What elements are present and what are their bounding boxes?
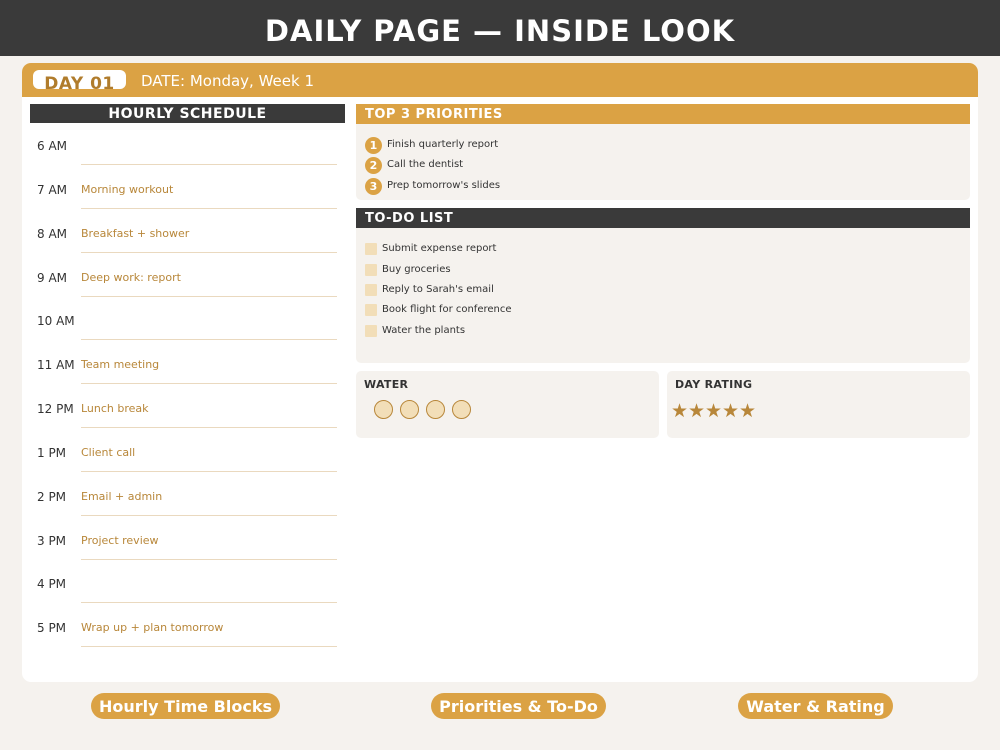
- schedule-time: 11 AM: [37, 358, 75, 372]
- schedule-task[interactable]: Morning workout: [81, 183, 173, 196]
- schedule-task[interactable]: Deep work: report: [81, 271, 181, 284]
- schedule-time: 7 AM: [37, 183, 68, 197]
- schedule-line: [81, 515, 337, 516]
- checkbox-icon[interactable]: [365, 325, 377, 337]
- checkbox-icon[interactable]: [365, 243, 377, 255]
- schedule-task[interactable]: Team meeting: [81, 358, 159, 371]
- priority-number-badge: 3: [365, 178, 382, 195]
- todo-text: Submit expense report: [382, 243, 497, 254]
- star-icon[interactable]: ★: [705, 401, 722, 421]
- priority-text: Call the dentist: [387, 159, 464, 170]
- schedule-row[interactable]: 10 AM: [22, 312, 362, 356]
- priorities-title: TOP 3 PRIORITIES: [356, 104, 970, 124]
- schedule-row[interactable]: 11 AM Team meeting: [22, 356, 362, 400]
- day-label: DAY 01: [33, 70, 126, 89]
- schedule-time: 2 PM: [37, 490, 67, 504]
- schedule-line: [81, 471, 337, 472]
- schedule-time: 12 PM: [37, 402, 74, 416]
- schedule-time: 8 AM: [37, 227, 68, 241]
- schedule-task[interactable]: Project review: [81, 534, 159, 547]
- schedule-line: [81, 383, 337, 384]
- rating-title: DAY RATING: [675, 378, 753, 391]
- water-glass-icon[interactable]: [426, 400, 445, 419]
- schedule-row[interactable]: 1 PM Client call: [22, 444, 362, 488]
- checkbox-icon[interactable]: [365, 284, 377, 296]
- todo-panel: TO-DO LIST Submit expense report Buy gro…: [356, 208, 970, 363]
- todo-text: Water the plants: [382, 325, 466, 336]
- schedule-line: [81, 339, 337, 340]
- schedule-line: [81, 559, 337, 560]
- schedule-row[interactable]: 3 PM Project review: [22, 532, 362, 576]
- todo-title: TO-DO LIST: [356, 208, 970, 228]
- schedule-task[interactable]: Breakfast + shower: [81, 227, 189, 240]
- water-glass-icon[interactable]: [400, 400, 419, 419]
- schedule-time: 4 PM: [37, 577, 67, 591]
- schedule-row[interactable]: 5 PM Wrap up + plan tomorrow: [22, 619, 362, 663]
- schedule-time: 3 PM: [37, 534, 67, 548]
- schedule-time: 9 AM: [37, 271, 68, 285]
- priority-number-badge: 1: [365, 137, 382, 154]
- schedule-task[interactable]: Email + admin: [81, 490, 162, 503]
- star-icon[interactable]: ★: [739, 401, 756, 421]
- daily-page-card: DAY 01 DATE: Monday, Week 1 HOURLY SCHED…: [22, 63, 978, 682]
- schedule-line: [81, 646, 337, 647]
- water-glass-icon[interactable]: [374, 400, 393, 419]
- water-panel: WATER: [356, 371, 659, 438]
- schedule-line: [81, 208, 337, 209]
- priority-text: Finish quarterly report: [387, 139, 499, 150]
- schedule-task[interactable]: Client call: [81, 446, 135, 459]
- checkbox-icon[interactable]: [365, 304, 377, 316]
- schedule-time: 6 AM: [37, 139, 68, 153]
- schedule-line: [81, 296, 337, 297]
- star-icon[interactable]: ★: [722, 401, 739, 421]
- schedule-time: 5 PM: [37, 621, 67, 635]
- schedule-time: 1 PM: [37, 446, 67, 460]
- feature-tag-priorities: Priorities & To-Do: [431, 693, 606, 719]
- schedule-row[interactable]: 9 AM Deep work: report: [22, 269, 362, 313]
- schedule-title: HOURLY SCHEDULE: [30, 104, 345, 123]
- schedule-line: [81, 602, 337, 603]
- schedule-row[interactable]: 7 AM Morning workout: [22, 181, 362, 225]
- priority-text: Prep tomorrow's slides: [387, 180, 501, 191]
- schedule-time: 10 AM: [37, 314, 75, 328]
- checkbox-icon[interactable]: [365, 264, 377, 276]
- schedule-row[interactable]: 4 PM: [22, 575, 362, 619]
- feature-tag-water-rating: Water & Rating: [738, 693, 893, 719]
- priority-number-badge: 2: [365, 157, 382, 174]
- schedule-row[interactable]: 2 PM Email + admin: [22, 488, 362, 532]
- priorities-panel: TOP 3 PRIORITIES 1 Finish quarterly repo…: [356, 104, 970, 200]
- star-icon[interactable]: ★: [671, 401, 688, 421]
- schedule-task[interactable]: Lunch break: [81, 402, 149, 415]
- schedule-line: [81, 252, 337, 253]
- schedule-task[interactable]: Wrap up + plan tomorrow: [81, 621, 223, 634]
- todo-text: Buy groceries: [382, 264, 451, 275]
- schedule-line: [81, 164, 337, 165]
- water-title: WATER: [364, 378, 409, 391]
- card-header: DAY 01 DATE: Monday, Week 1: [22, 63, 978, 97]
- water-glass-icon[interactable]: [452, 400, 471, 419]
- todo-text: Book flight for conference: [382, 304, 512, 315]
- feature-tag-hourly: Hourly Time Blocks: [91, 693, 280, 719]
- date-line: DATE: Monday, Week 1: [141, 72, 315, 90]
- schedule-row[interactable]: 6 AM: [22, 137, 362, 181]
- schedule-row[interactable]: 12 PM Lunch break: [22, 400, 362, 444]
- page-banner-title: DAILY PAGE — INSIDE LOOK: [0, 0, 1000, 56]
- star-icon[interactable]: ★: [688, 401, 705, 421]
- todo-text: Reply to Sarah's email: [382, 284, 494, 295]
- schedule-line: [81, 427, 337, 428]
- schedule-row[interactable]: 8 AM Breakfast + shower: [22, 225, 362, 269]
- rating-panel: DAY RATING ★ ★ ★ ★ ★: [667, 371, 970, 438]
